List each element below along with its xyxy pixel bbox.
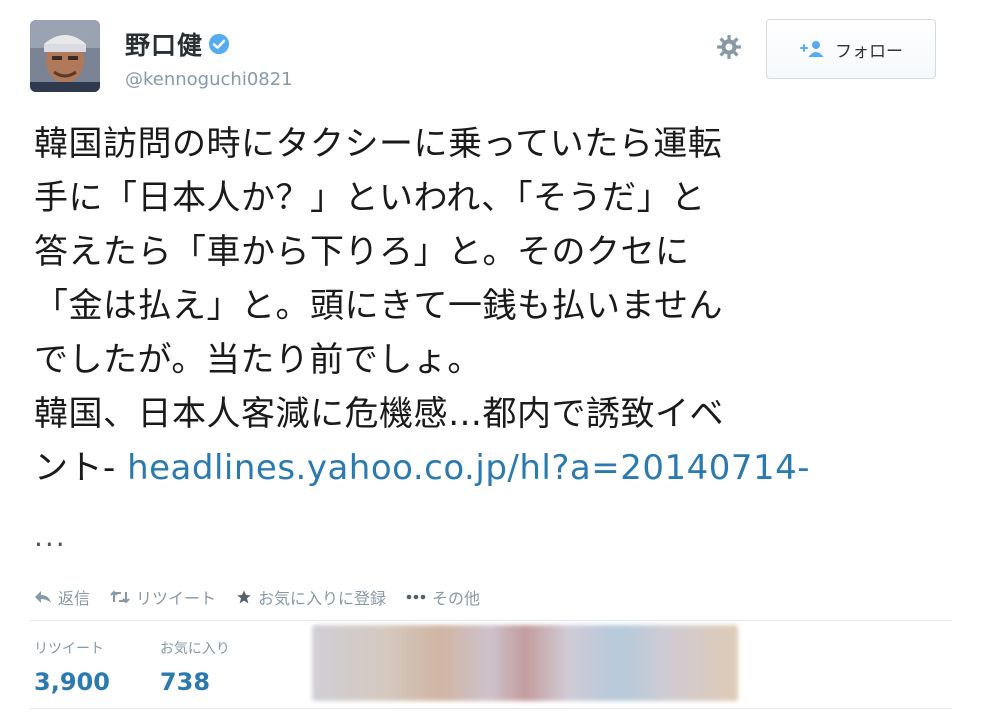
retweet-count-label: リツイート	[34, 641, 104, 657]
tweet-text-line: でしたが。当たり前でしょ。	[34, 340, 482, 380]
link-continuation[interactable]: ...	[34, 520, 67, 553]
follow-button[interactable]: フォロー	[766, 19, 936, 79]
user-name-row[interactable]: 野口健	[125, 26, 230, 62]
avatar[interactable]	[30, 20, 100, 92]
reply-label: 返信	[58, 589, 91, 608]
favorite-button[interactable]: お気に入りに登録	[236, 585, 386, 609]
tweet-text-line: 「金は払え」と。頭にきて一銭も払いません	[34, 286, 723, 326]
favorite-label: お気に入りに登録	[258, 589, 387, 608]
tweet-text-line: 手に「日本人か？」といわれ、「そうだ」と	[34, 178, 706, 218]
tweet-text-line: 韓国訪問の時にタクシーに乗っていたら運転	[34, 124, 723, 164]
retweet-label: リツイート	[136, 589, 217, 608]
tweet-text-line: 韓国、日本人客減に危機感…都内で誘致イベ	[34, 394, 724, 434]
tweet-text-line-with-link: ント- headlines.yahoo.co.jp/hl?a=20140714-	[34, 441, 949, 495]
user-handle[interactable]: @kennoguchi0821	[125, 69, 293, 90]
follow-label: フォロー	[835, 41, 903, 62]
retweet-stat[interactable]: リツイート 3,900	[34, 638, 110, 696]
tweet-text-line: 答えたら「車から下りろ」と。そのクセに	[34, 232, 690, 272]
retweet-icon	[110, 590, 130, 604]
more-dots-icon	[406, 594, 426, 600]
add-user-icon	[800, 41, 824, 57]
favorite-count-label: お気に入り	[159, 641, 230, 657]
display-name[interactable]: 野口健	[125, 26, 203, 62]
favoriters-avatars-blurred	[312, 625, 738, 701]
more-label: その他	[432, 589, 481, 608]
retweet-count[interactable]: 3,900	[34, 668, 110, 696]
tweet-link[interactable]: headlines.yahoo.co.jp/hl?a=20140714-	[127, 448, 810, 488]
gear-icon[interactable]	[716, 34, 742, 60]
tweet-actions: 返信 リツイート お気に入りに登録 その他	[34, 585, 500, 609]
tweet-text: 韓国訪問の時にタクシーに乗っていたら運転 手に「日本人か？」といわれ、「そうだ」…	[34, 117, 949, 495]
tweet-text-prefix: ント-	[34, 448, 128, 488]
verified-badge-icon	[208, 33, 230, 55]
star-icon	[237, 590, 251, 604]
tweet-card: 野口健 @kennoguchi0821 フォロー 韓国訪問の時にタクシーに乗って…	[0, 0, 982, 719]
retweet-button[interactable]: リツイート	[110, 585, 216, 609]
tweet-stats: リツイート 3,900 お気に入り 738	[34, 638, 280, 696]
favorite-count[interactable]: 738	[160, 668, 230, 696]
reply-icon	[35, 591, 51, 603]
favorite-stat[interactable]: お気に入り 738	[160, 638, 230, 696]
divider	[30, 708, 952, 709]
reply-button[interactable]: 返信	[34, 585, 90, 609]
more-button[interactable]: その他	[406, 585, 480, 609]
divider	[30, 620, 952, 621]
